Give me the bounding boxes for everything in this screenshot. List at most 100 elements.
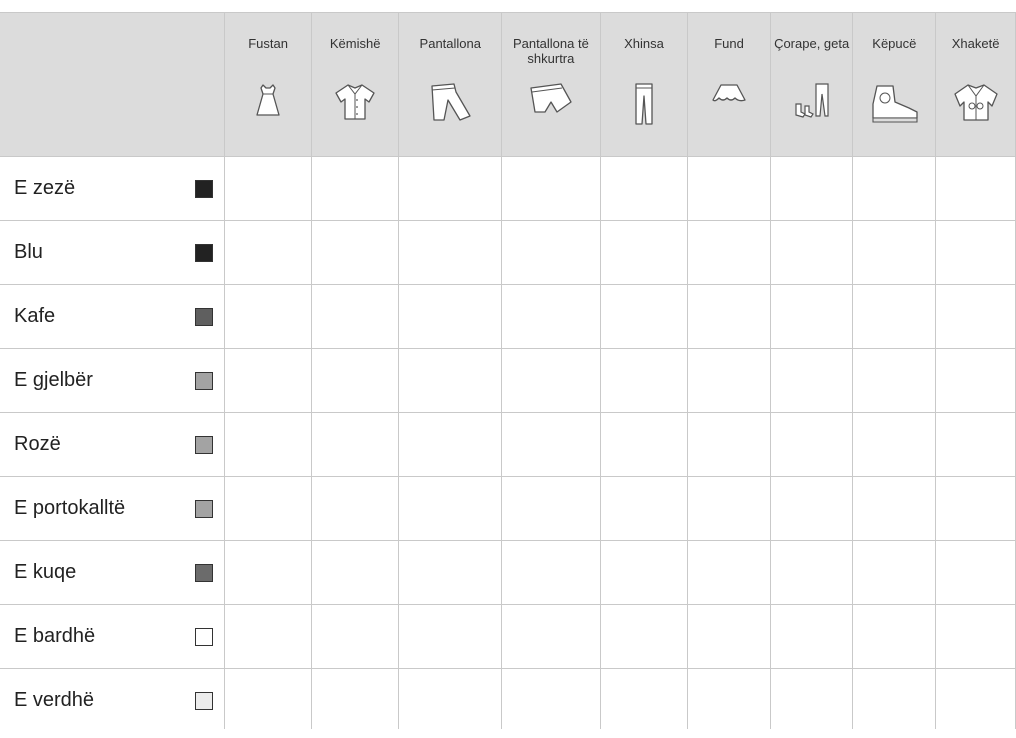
grid-cell[interactable] bbox=[310, 604, 400, 669]
column-header-3: Pantallona bbox=[398, 12, 503, 157]
grid-cell[interactable] bbox=[224, 476, 312, 541]
row-header: E portokalltë bbox=[0, 476, 226, 541]
grid-cell[interactable] bbox=[501, 348, 601, 413]
row-header: E zezë bbox=[0, 156, 226, 221]
grid-cell[interactable] bbox=[310, 668, 400, 729]
grid-cell[interactable] bbox=[769, 540, 854, 605]
grid-cell[interactable] bbox=[687, 220, 771, 285]
grid-cell[interactable] bbox=[310, 348, 400, 413]
grid-cell[interactable] bbox=[599, 284, 689, 349]
column-label: Këmishë bbox=[329, 36, 381, 51]
grid-cell[interactable] bbox=[935, 284, 1016, 349]
column-header-6: Fund bbox=[687, 12, 771, 157]
grid-cell[interactable] bbox=[398, 476, 503, 541]
row-header: E gjelbër bbox=[0, 348, 226, 413]
grid-cell[interactable] bbox=[769, 604, 854, 669]
grid-cell[interactable] bbox=[224, 220, 312, 285]
grid-cell[interactable] bbox=[501, 540, 601, 605]
color-swatch bbox=[195, 500, 213, 518]
dress-icon bbox=[225, 82, 311, 123]
grid-cell[interactable] bbox=[687, 668, 771, 729]
grid-cell[interactable] bbox=[769, 348, 854, 413]
grid-cell[interactable] bbox=[398, 284, 503, 349]
column-label: Fustan bbox=[248, 36, 288, 51]
jeans-icon bbox=[601, 82, 688, 131]
grid-cell[interactable] bbox=[310, 284, 400, 349]
grid-cell[interactable] bbox=[398, 668, 503, 729]
grid-cell[interactable] bbox=[224, 348, 312, 413]
color-swatch bbox=[195, 436, 213, 454]
grid-cell[interactable] bbox=[398, 412, 503, 477]
grid-cell[interactable] bbox=[769, 668, 854, 729]
grid-cell[interactable] bbox=[398, 220, 503, 285]
grid-cell[interactable] bbox=[224, 284, 312, 349]
column-header-5: Xhinsa bbox=[599, 12, 689, 157]
grid-cell[interactable] bbox=[852, 604, 937, 669]
grid-cell[interactable] bbox=[769, 476, 854, 541]
grid-cell[interactable] bbox=[935, 476, 1016, 541]
grid-cell[interactable] bbox=[935, 668, 1016, 729]
grid-cell[interactable] bbox=[935, 156, 1016, 221]
grid-cell[interactable] bbox=[501, 476, 601, 541]
grid-cell[interactable] bbox=[935, 604, 1016, 669]
grid-cell[interactable] bbox=[501, 668, 601, 729]
grid-cell[interactable] bbox=[599, 348, 689, 413]
grid-cell[interactable] bbox=[935, 540, 1016, 605]
grid-cell[interactable] bbox=[687, 604, 771, 669]
grid-cell[interactable] bbox=[852, 220, 937, 285]
grid-cell[interactable] bbox=[310, 156, 400, 221]
row-header: Blu bbox=[0, 220, 226, 285]
grid-cell[interactable] bbox=[599, 668, 689, 729]
grid-cell[interactable] bbox=[224, 540, 312, 605]
grid-cell[interactable] bbox=[852, 156, 937, 221]
grid-cell[interactable] bbox=[599, 412, 689, 477]
grid-cell[interactable] bbox=[852, 284, 937, 349]
grid-cell[interactable] bbox=[310, 540, 400, 605]
grid-cell[interactable] bbox=[687, 412, 771, 477]
grid-cell[interactable] bbox=[769, 156, 854, 221]
grid-cell[interactable] bbox=[769, 412, 854, 477]
grid-cell[interactable] bbox=[935, 220, 1016, 285]
shorts-icon bbox=[502, 82, 600, 121]
grid-cell[interactable] bbox=[769, 220, 854, 285]
grid-cell[interactable] bbox=[935, 348, 1016, 413]
grid-cell[interactable] bbox=[687, 284, 771, 349]
grid-cell[interactable] bbox=[310, 412, 400, 477]
grid-cell[interactable] bbox=[935, 412, 1016, 477]
grid-cell[interactable] bbox=[599, 220, 689, 285]
grid-cell[interactable] bbox=[852, 412, 937, 477]
grid-cell[interactable] bbox=[852, 348, 937, 413]
grid-cell[interactable] bbox=[501, 412, 601, 477]
grid-cell[interactable] bbox=[501, 220, 601, 285]
grid-cell[interactable] bbox=[769, 284, 854, 349]
color-name: E bardhë bbox=[14, 625, 96, 647]
grid-cell[interactable] bbox=[310, 476, 400, 541]
column-header-9: Xhaketë bbox=[935, 12, 1016, 157]
grid-cell[interactable] bbox=[852, 540, 937, 605]
grid-cell[interactable] bbox=[501, 156, 601, 221]
grid-cell[interactable] bbox=[398, 156, 503, 221]
grid-cell[interactable] bbox=[224, 156, 312, 221]
grid-cell[interactable] bbox=[852, 476, 937, 541]
grid-cell[interactable] bbox=[599, 156, 689, 221]
grid-cell[interactable] bbox=[687, 156, 771, 221]
grid-cell[interactable] bbox=[599, 476, 689, 541]
grid-cell[interactable] bbox=[224, 604, 312, 669]
color-name: E verdhë bbox=[14, 689, 95, 711]
grid-cell[interactable] bbox=[224, 668, 312, 729]
grid-cell[interactable] bbox=[687, 540, 771, 605]
color-swatch bbox=[195, 564, 213, 582]
grid-cell[interactable] bbox=[852, 668, 937, 729]
grid-cell[interactable] bbox=[310, 220, 400, 285]
grid-cell[interactable] bbox=[398, 604, 503, 669]
grid-cell[interactable] bbox=[599, 604, 689, 669]
grid-cell[interactable] bbox=[398, 348, 503, 413]
column-header-2: Këmishë bbox=[310, 12, 400, 157]
grid-cell[interactable] bbox=[687, 348, 771, 413]
grid-cell[interactable] bbox=[687, 476, 771, 541]
grid-cell[interactable] bbox=[599, 540, 689, 605]
grid-cell[interactable] bbox=[501, 604, 601, 669]
grid-cell[interactable] bbox=[501, 284, 601, 349]
grid-cell[interactable] bbox=[224, 412, 312, 477]
grid-cell[interactable] bbox=[398, 540, 503, 605]
